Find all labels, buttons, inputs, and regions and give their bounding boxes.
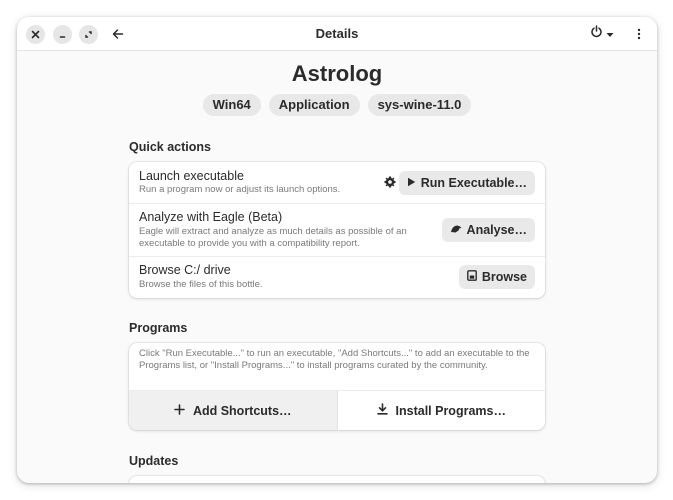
drive-icon [466, 270, 477, 284]
app-name: Astrolog [291, 61, 383, 86]
tag-arch: Win64 [202, 94, 261, 116]
tag-list: Win64 Application sys-wine-11.0 [17, 94, 657, 116]
programs-description: Click "Run Executable..." to run an exec… [139, 348, 530, 371]
row-subtitle: Eagle will extract and analyze as much d… [139, 226, 407, 249]
button-label: Run Executable… [420, 176, 527, 190]
programs-card: Click "Run Executable..." to run an exec… [129, 343, 545, 430]
updates-title: Updates [129, 454, 179, 468]
play-icon [407, 176, 416, 190]
button-label: Analyse… [466, 223, 527, 237]
row-subtitle: Browse the files of this bottle. [139, 279, 263, 290]
kebab-menu-icon[interactable] [631, 25, 647, 43]
row-title: Launch executable [139, 169, 244, 183]
row-title: Analyze with Eagle (Beta) [139, 210, 283, 224]
analyse-button[interactable]: Analyse… [441, 218, 535, 242]
power-menu-button[interactable] [587, 25, 617, 43]
tag-type: Application [268, 94, 360, 116]
programs-actions: Add Shortcuts… Install Programs… [129, 390, 545, 430]
chevron-down-icon [606, 25, 614, 43]
row-title: Browse C:/ drive [139, 263, 231, 277]
analyze-eagle-row: Analyze with Eagle (Beta) Eagle will ext… [129, 204, 545, 257]
eagle-icon [450, 223, 462, 237]
plus-icon [174, 403, 185, 418]
button-label: Browse [481, 270, 527, 284]
updates-card [129, 476, 545, 483]
header-bar: Details [17, 17, 657, 51]
run-executable-button[interactable]: Run Executable… [398, 171, 535, 195]
details-page: Astrolog Win64 Application sys-wine-11.0… [17, 52, 657, 483]
quick-actions-title: Quick actions [129, 140, 211, 154]
power-icon [590, 25, 603, 43]
browse-button[interactable]: Browse [458, 265, 535, 289]
quick-actions-card: Launch executable Run a program now or a… [129, 162, 545, 298]
gear-icon[interactable] [384, 175, 396, 193]
button-label: Install Programs… [395, 403, 506, 418]
window-title: Details [315, 26, 359, 41]
add-shortcuts-button[interactable]: Add Shortcuts… [129, 391, 338, 430]
launch-executable-row: Launch executable Run a program now or a… [129, 162, 545, 204]
tag-runner: sys-wine-11.0 [367, 94, 472, 116]
install-programs-button[interactable]: Install Programs… [338, 391, 546, 430]
browse-drive-row: Browse C:/ drive Browse the files of thi… [129, 257, 545, 298]
row-subtitle: Run a program now or adjust its launch o… [139, 184, 341, 195]
download-icon [376, 403, 388, 418]
button-label: Add Shortcuts… [192, 403, 292, 418]
app-window: Details Astrolog Win64 Application sys-w… [17, 17, 657, 483]
programs-title: Programs [129, 321, 188, 335]
